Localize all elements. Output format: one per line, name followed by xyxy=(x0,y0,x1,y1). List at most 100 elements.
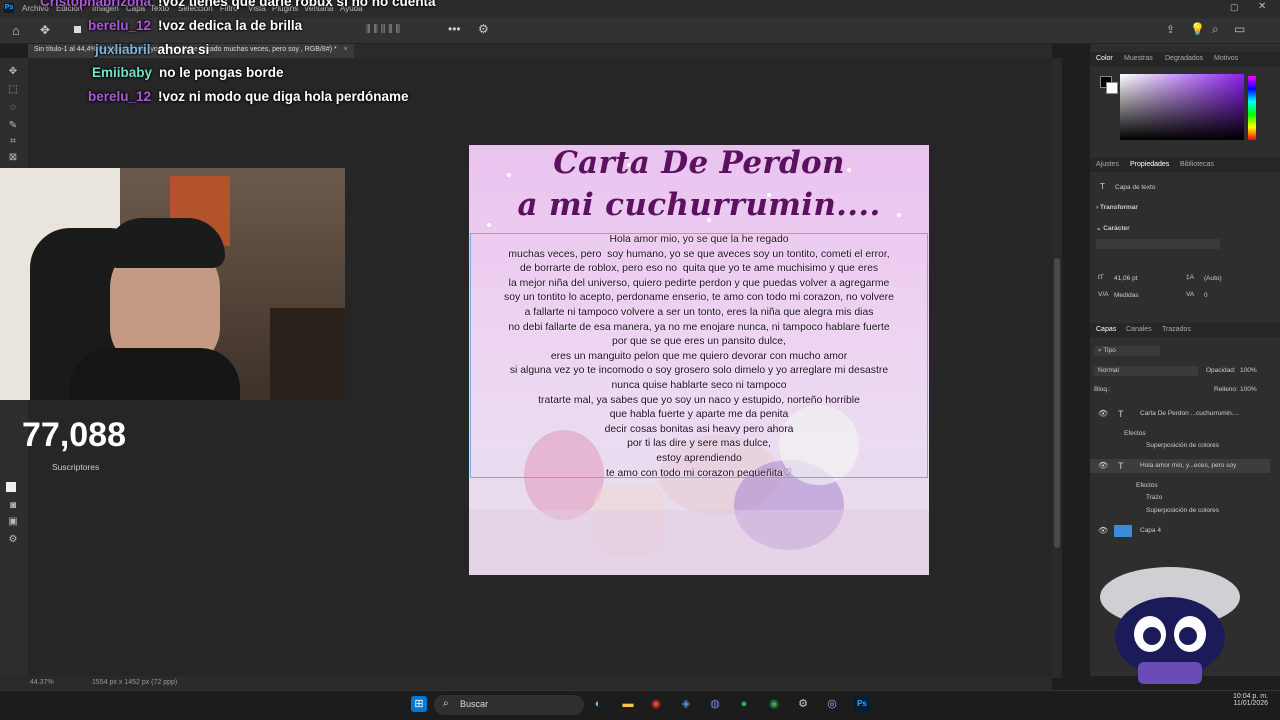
more-options-icon[interactable]: ••• xyxy=(448,22,461,36)
visibility-eye-icon[interactable]: 👁 xyxy=(1098,409,1108,418)
close-tab-icon[interactable]: × xyxy=(344,46,348,53)
share-icon[interactable]: ⇪ xyxy=(1166,23,1175,36)
chat-username: Emiibaby xyxy=(92,65,153,80)
tab-color[interactable]: Color xyxy=(1096,55,1113,62)
layer-name: Capa 4 xyxy=(1140,527,1161,534)
search-icon: ⌕ xyxy=(443,698,449,709)
layer-filter-select[interactable]: ⌕ Tipo xyxy=(1094,346,1160,356)
quick-mask-icon[interactable]: ◙ xyxy=(6,500,20,512)
app-icon[interactable]: ◈ xyxy=(678,696,694,712)
tab-muestras[interactable]: Muestras xyxy=(1124,55,1153,62)
tab-capas[interactable]: Capas xyxy=(1096,326,1116,333)
search-icon[interactable]: ⌕ xyxy=(1212,22,1219,37)
blend-mode-select[interactable]: Normal xyxy=(1094,366,1198,376)
layers-panel-tabs: Capas Canales Trazados xyxy=(1090,323,1280,337)
kerning-select[interactable]: Medidas xyxy=(1114,292,1139,299)
artwork-title-line2: a mi cuchurrumin.... xyxy=(517,187,881,223)
windows-start-icon[interactable]: ⊞ xyxy=(411,696,427,712)
person-shirt xyxy=(70,348,240,400)
layer-effect-item: Superposición de colores xyxy=(1146,442,1219,449)
tab-degradados[interactable]: Degradados xyxy=(1165,55,1203,62)
marquee-icon[interactable]: ⬚ xyxy=(6,84,20,96)
settings-gear-icon[interactable]: ⚙ xyxy=(478,22,489,36)
tab-motivos[interactable]: Motivos xyxy=(1214,55,1238,62)
edit-toolbar-icon[interactable]: ⚙ xyxy=(6,534,20,546)
chat-text: !voz dedica la de brilla xyxy=(158,18,303,33)
character-section[interactable]: ⌄ Carácter xyxy=(1096,224,1130,232)
workspace-icon[interactable]: ▭ xyxy=(1234,22,1245,36)
vertical-scrollbar[interactable] xyxy=(1052,58,1062,678)
color-picker-field[interactable] xyxy=(1120,74,1244,140)
visibility-eye-icon[interactable]: 👁 xyxy=(1098,526,1108,535)
move-icon[interactable]: ✥ xyxy=(6,66,20,78)
chat-username: berelu_12 xyxy=(88,18,152,33)
layer-name: Carta De Perdon ...cuchurrumin.... xyxy=(1140,410,1239,417)
fill-value[interactable]: 100% xyxy=(1240,386,1257,393)
tab-trazados[interactable]: Trazados xyxy=(1162,326,1191,333)
layer-type-label: Capa de texto xyxy=(1115,184,1156,191)
tab-canales[interactable]: Canales xyxy=(1126,326,1152,333)
layer-row[interactable]: 👁 Capa 4 xyxy=(1090,524,1260,538)
chat-text: no le pongas borde xyxy=(159,65,284,80)
chat-message: berelu_12 !voz dedica la de brilla xyxy=(88,18,302,33)
align-icons[interactable]: ⫼ ⫼ ⫼ ⫼ ⫼ xyxy=(366,24,400,35)
layer-name: Hola amor mio, y...eces, pero soy xyxy=(1140,462,1237,469)
layer-filter-label: Tipo xyxy=(1103,347,1116,354)
frame-icon[interactable]: ⊠ xyxy=(6,152,20,164)
kerning-icon: V/A xyxy=(1098,291,1109,298)
font-size-value[interactable]: 41,06 pt xyxy=(1114,275,1138,282)
taskbar-search[interactable]: ⌕ Buscar xyxy=(434,695,584,715)
layer-row-selected[interactable]: 👁 T Hola amor mio, y...eces, pero soy xyxy=(1090,459,1270,473)
foreground-color-swatch[interactable] xyxy=(6,482,16,492)
chrome-alt-icon[interactable]: ◉ xyxy=(766,696,782,712)
character-label: Carácter xyxy=(1103,225,1130,232)
clock[interactable]: 10:04 p. m. 11/01/2026 xyxy=(1210,693,1268,707)
photoshop-taskbar-icon[interactable]: Ps xyxy=(854,696,870,712)
layer-effect-item: Trazo xyxy=(1146,494,1163,501)
spotify-icon[interactable]: ● xyxy=(736,696,752,712)
chat-username: berelu_12 xyxy=(88,89,152,104)
layer-row[interactable]: 👁 T Carta De Perdon ...cuchurrumin.... xyxy=(1090,407,1260,421)
home-icon[interactable]: ⌂ xyxy=(12,23,20,38)
visibility-eye-icon[interactable]: 👁 xyxy=(1098,461,1108,470)
properties-panel-tabs: Ajustes Propiedades Bibliotecas xyxy=(1090,158,1280,172)
artwork-title-line1: Carta De Perdon xyxy=(553,145,845,181)
brush-icon[interactable]: ✎ xyxy=(6,120,20,132)
tab-ajustes[interactable]: Ajustes xyxy=(1096,161,1119,168)
auto-select-checkbox[interactable] xyxy=(74,26,81,33)
layer-effects-label: Efectos xyxy=(1136,482,1158,489)
crop-icon[interactable]: ⌗ xyxy=(6,136,20,148)
file-explorer-icon[interactable]: ▬ xyxy=(620,696,636,712)
learn-icon[interactable]: 💡 xyxy=(1190,22,1205,36)
tab-propiedades[interactable]: Propiedades xyxy=(1130,161,1169,168)
tab-bibliotecas[interactable]: Bibliotecas xyxy=(1180,161,1214,168)
chrome-icon[interactable]: ◉ xyxy=(648,696,664,712)
chat-message: Cristophabrizona !voz tienes que darle ro… xyxy=(40,0,436,9)
zoom-level[interactable]: 44.37% xyxy=(30,679,54,686)
tracking-value[interactable]: 0 xyxy=(1204,292,1208,299)
close-icon[interactable]: ✕ xyxy=(1258,1,1266,12)
edge-icon[interactable]: ◐ xyxy=(590,696,606,712)
screen-mode-icon[interactable]: ▣ xyxy=(6,516,20,528)
hue-slider[interactable] xyxy=(1248,76,1256,140)
transform-section[interactable]: › Transformar xyxy=(1096,204,1138,211)
webcam-feed xyxy=(0,168,345,400)
discord-icon[interactable]: ◍ xyxy=(707,696,723,712)
leading-value[interactable]: (Auto) xyxy=(1204,275,1222,282)
clock-time: 10:04 p. m. xyxy=(1232,693,1268,700)
chat-text: !voz tienes que darle robux si no no cue… xyxy=(158,0,436,9)
font-family-select[interactable] xyxy=(1096,239,1220,249)
settings-icon[interactable]: ⚙ xyxy=(795,696,811,712)
subscriber-count: 77,088 xyxy=(22,416,126,454)
obs-icon[interactable]: ◎ xyxy=(824,696,840,712)
maximize-icon[interactable]: ▢ xyxy=(1230,2,1239,13)
opacity-value[interactable]: 100% xyxy=(1240,367,1257,374)
font-size-icon: tT xyxy=(1098,274,1104,281)
background-swatch[interactable] xyxy=(1106,82,1118,94)
lasso-icon[interactable]: ◌ xyxy=(6,102,20,114)
chat-text: ahora si xyxy=(157,42,210,57)
scroll-thumb[interactable] xyxy=(1054,258,1060,548)
text-bounding-box[interactable] xyxy=(470,233,928,478)
artwork-canvas[interactable]: Carta De Perdon a mi cuchurrumin.... Hol… xyxy=(469,145,929,575)
move-tool-icon[interactable]: ✥ xyxy=(40,23,50,37)
